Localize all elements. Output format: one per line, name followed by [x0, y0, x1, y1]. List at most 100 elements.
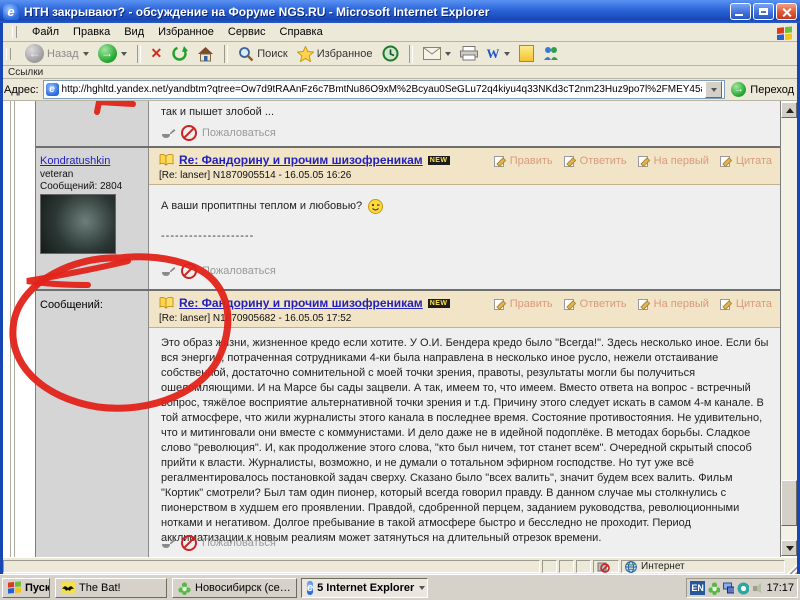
pencil-icon [638, 154, 651, 167]
menu-view[interactable]: Вид [117, 24, 151, 40]
reply-post-link[interactable]: Ответить [564, 154, 627, 167]
status-bar: Интернет [0, 557, 800, 574]
pencil-icon [638, 297, 651, 310]
separator [137, 45, 141, 63]
vertical-scrollbar[interactable] [781, 102, 797, 556]
favorites-label: Избранное [317, 48, 373, 60]
pipe-icon [161, 537, 176, 549]
start-label: Пуск [25, 582, 50, 594]
start-button[interactable]: Пуск [2, 578, 50, 598]
pencil-icon [564, 297, 577, 310]
go-label: Переход [750, 84, 794, 96]
refresh-button[interactable] [168, 44, 191, 63]
go-button[interactable]: → Переход [729, 82, 796, 97]
scrollbar-thumb[interactable] [781, 480, 797, 526]
separator [224, 45, 228, 63]
scroll-down-button[interactable] [781, 540, 797, 556]
history-button[interactable] [379, 44, 402, 63]
address-dropdown-button[interactable] [705, 81, 722, 98]
quote-link[interactable]: Цитата [720, 297, 772, 310]
toolbar-grip [12, 26, 17, 38]
globe-icon [625, 561, 637, 573]
word-icon: W [487, 46, 500, 62]
author-link[interactable]: Kondratushkin [40, 155, 110, 167]
menu-file[interactable]: Файл [25, 24, 66, 40]
taskbar-button-novosibirsk[interactable]: Новосибирск (сентябрь... [172, 578, 297, 598]
menu-favorites[interactable]: Избранное [151, 24, 221, 40]
stop-button[interactable]: ✕ [148, 44, 166, 63]
close-button[interactable] [776, 3, 797, 20]
forward-button[interactable]: → [95, 43, 130, 64]
windows-flag-icon [774, 24, 796, 41]
tray-app-icon[interactable] [737, 582, 749, 595]
post-title-link[interactable]: Re: Фандорину и прочим шизофреникам [179, 296, 423, 310]
zone-label: Интернет [641, 561, 685, 572]
address-input[interactable]: e http://hghltd.yandex.net/yandbtm?qtree… [43, 80, 726, 99]
toolbar-grip2 [6, 48, 11, 60]
post-text: так и пышет злобой ... [161, 105, 274, 120]
post-meta: [Re: lanser] N1870905682 - 16.05.05 17:5… [159, 313, 772, 324]
reply-post-link[interactable]: Ответить [564, 297, 627, 310]
tray-flower-icon[interactable] [708, 582, 720, 595]
home-button[interactable] [194, 45, 217, 63]
complain-link[interactable]: Пожаловаться [161, 535, 276, 551]
search-button[interactable]: Поиск [235, 45, 290, 63]
address-bar: Адрес: e http://hghltd.yandex.net/yandbt… [0, 79, 800, 101]
scroll-up-button[interactable] [781, 102, 797, 118]
post-cell: Re: Фандорину и прочим шизофреникам NEW … [149, 148, 780, 289]
maximize-button[interactable] [753, 3, 774, 20]
taskbar-button-label: Новосибирск (сентябрь... [195, 582, 291, 594]
pencil-icon [564, 154, 577, 167]
menu-tools[interactable]: Сервис [221, 24, 273, 40]
start-flag-icon [8, 581, 21, 595]
status-zone-pane: Интернет [621, 560, 785, 573]
pipe-icon [161, 265, 176, 277]
print-button[interactable] [457, 45, 481, 62]
status-pane [542, 560, 557, 573]
discuss-button[interactable] [516, 44, 537, 63]
edit-word-button[interactable]: W [484, 45, 513, 63]
back-dropdown-icon [83, 52, 89, 56]
links-bar: Ссылки [0, 66, 800, 79]
complain-icon [181, 535, 197, 551]
menu-edit[interactable]: Правка [66, 24, 117, 40]
to-first-link[interactable]: На первый [638, 297, 709, 310]
mail-icon [423, 47, 441, 60]
wink-smiley-icon [368, 199, 384, 214]
tray-network-icon[interactable] [723, 582, 735, 594]
user-rank: veteran [40, 169, 73, 180]
messenger-icon [543, 46, 559, 61]
flower-icon [178, 582, 191, 595]
complain-link[interactable]: Пожаловаться [161, 125, 276, 141]
edit-post-link[interactable]: Править [494, 154, 553, 167]
edit-dropdown-icon [504, 52, 510, 56]
arrow-up-icon [786, 108, 794, 113]
messenger-button[interactable] [540, 45, 562, 62]
taskbar-button-thebat[interactable]: The Bat! [55, 578, 167, 598]
menu-help[interactable]: Справка [273, 24, 330, 40]
language-indicator[interactable]: EN [690, 581, 705, 595]
links-label[interactable]: Ссылки [8, 67, 43, 78]
post-header: Re: Фандорину и прочим шизофреникам NEW … [149, 291, 780, 328]
complain-link[interactable]: Пожаловаться [161, 263, 276, 279]
favorites-button[interactable]: Избранное [294, 45, 376, 63]
minimize-button[interactable] [730, 3, 751, 20]
quote-link[interactable]: Цитата [720, 154, 772, 167]
screen: e НТН закрывают? - обсуждение на Форуме … [0, 0, 800, 600]
post-cell: так и пышет злобой ... Пожаловаться [149, 101, 780, 146]
post-title-link[interactable]: Re: Фандорину и прочим шизофреникам [179, 153, 423, 167]
window-border-left [0, 23, 3, 574]
tray-volume-icon[interactable] [752, 582, 764, 594]
menu-bar: Файл Правка Вид Избранное Сервис Справка [0, 23, 800, 42]
post-text: Это образ жизни, жизненное кредо если хо… [161, 336, 769, 546]
back-button[interactable]: ← Назад [22, 43, 92, 64]
edit-post-link[interactable]: Править [494, 297, 553, 310]
taskbar: Пуск The Bat! Новосибирск (сентябрь... e… [0, 574, 800, 600]
status-main-pane [3, 560, 540, 573]
taskbar-button-ie-group[interactable]: e 5 Internet Explorer [301, 578, 428, 598]
pencil-icon [720, 154, 733, 167]
mail-button[interactable] [420, 46, 454, 61]
to-first-link[interactable]: На первый [638, 154, 709, 167]
new-badge: NEW [428, 156, 450, 165]
close-icon [781, 7, 792, 18]
